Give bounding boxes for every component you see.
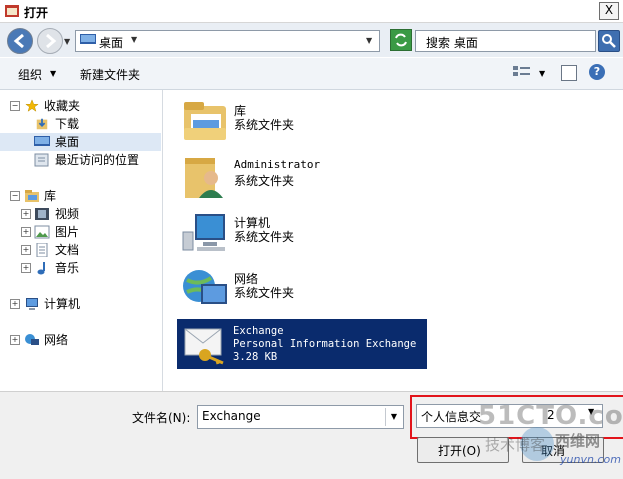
network-icon [183,270,227,304]
help-button[interactable]: ? [589,64,605,80]
file-type: 系统文件夹 [234,230,295,244]
desktop-icon [80,34,96,44]
selected-file-name: Exchange [233,325,284,337]
desktop-label: 桌面 [55,135,80,149]
file-type: 系统文件夹 [234,174,295,188]
file-type: 系统文件夹 [234,118,295,132]
tree-item-documents[interactable]: + 文档 [0,241,160,259]
star-icon [25,99,39,112]
recent-places-icon [34,153,49,167]
filename-field[interactable]: Exchange ▼ [197,405,404,429]
documents-icon [36,243,48,257]
open-button-label: 打开(O) [438,444,481,458]
library-icon [25,190,39,202]
window-title: 打开 [24,6,49,20]
close-button[interactable]: X [599,2,619,20]
selected-file-description: Personal Information Exchange [233,338,417,350]
tree-item-computer[interactable]: + 计算机 [0,295,160,313]
file-item-computer[interactable]: 计算机 系统文件夹 [179,208,429,260]
libraries-label: 库 [44,189,57,203]
pictures-icon [34,225,50,239]
network-icon [25,334,39,345]
selected-file-size: 3.28 KB [233,351,278,363]
file-type: 系统文件夹 [234,286,295,300]
refresh-button[interactable] [390,29,412,51]
watermark-site-name: 西维网 [555,432,601,450]
organize-button[interactable]: 组织 [18,66,42,83]
tree-item-music[interactable]: + 音乐 [0,259,160,277]
file-item-libraries[interactable]: 库 系统文件夹 [179,96,429,148]
preview-pane-button[interactable] [561,65,577,81]
chevron-down-icon[interactable]: ▼ [50,69,56,78]
file-item-exchange-selected[interactable]: Exchange Personal Information Exchange 3… [177,319,427,369]
collapse-icon[interactable]: − [10,191,20,201]
expand-icon[interactable]: + [10,299,20,309]
view-dropdown-icon[interactable]: ▼ [539,69,545,78]
recent-pages-dropdown[interactable]: ▼ [64,37,70,46]
tree-item-videos[interactable]: + 视频 [0,205,160,223]
favorites-label: 收藏夹 [44,99,81,113]
tree-item-recent[interactable]: 最近访问的位置 [0,151,160,169]
documents-label: 文档 [55,243,80,257]
back-button[interactable] [7,28,33,54]
watermark-subtext: 技术博客 [485,436,546,454]
command-toolbar: 组织 ▼ 新建文件夹 ▼ ? [0,58,623,90]
tree-item-libraries[interactable]: − 库 [0,187,160,205]
filename-value: Exchange [202,409,261,423]
new-folder-button[interactable]: 新建文件夹 [80,66,140,83]
open-dialog-icon [5,5,19,17]
address-dropdown[interactable]: ▼ [366,36,372,45]
filename-dropdown-button[interactable]: ▼ [385,408,402,426]
video-icon [35,208,49,220]
search-button[interactable] [598,30,620,52]
computer-icon [182,214,225,251]
navigation-pane: − 收藏夹 下载 桌面 最近访问的位置 − 库 + 视频 + 图片 + 文档 +… [0,90,163,391]
downloads-label: 下载 [55,117,80,131]
file-item-administrator[interactable]: Administrator 系统文件夹 [179,152,429,204]
library-icon [184,102,226,140]
network-label: 网络 [44,333,69,347]
expand-icon[interactable]: + [21,263,31,273]
certificate-icon [184,328,224,365]
watermark-url: yunvn.com [560,453,621,466]
pictures-label: 图片 [55,225,80,239]
refresh-icon [395,33,407,47]
music-icon [37,262,45,275]
file-name: Administrator [234,158,321,171]
search-icon [602,34,616,48]
tree-item-pictures[interactable]: + 图片 [0,223,160,241]
music-label: 音乐 [55,261,80,275]
collapse-icon[interactable]: − [10,101,20,111]
computer-label: 计算机 [44,297,81,311]
forward-button[interactable] [37,28,63,54]
address-bar: ▼ 桌面 ▼ ▼ 搜索 桌面 [0,23,623,57]
search-placeholder: 搜索 桌面 [426,36,478,50]
arrow-left-icon [13,33,24,49]
file-item-network[interactable]: 网络 系统文件夹 [179,264,429,316]
desktop-icon [34,136,50,146]
title-bar: 打开 X [0,0,623,23]
address-location: 桌面 [99,36,124,50]
downloads-icon [36,118,48,130]
arrow-right-icon [46,33,57,49]
tree-item-favorites[interactable]: − 收藏夹 [0,97,160,115]
videos-label: 视频 [55,207,80,221]
expand-icon[interactable]: + [21,227,31,237]
watermark-text: 51CTO.com [478,401,623,431]
address-box[interactable]: 桌面 ▼ ▼ [75,30,380,52]
tree-item-network[interactable]: + 网络 [0,331,160,349]
tree-item-downloads[interactable]: 下载 [0,115,160,133]
view-options-icon[interactable] [512,65,532,81]
breadcrumb-arrow-icon[interactable]: ▼ [131,35,137,44]
expand-icon[interactable]: + [21,245,31,255]
search-input[interactable]: 搜索 桌面 [415,30,596,52]
file-list: 库 系统文件夹 Administrator 系统文件夹 计算机 系统文件夹 网络… [163,90,623,391]
expand-icon[interactable]: + [10,335,20,345]
computer-icon [26,298,38,310]
recent-label: 最近访问的位置 [55,153,140,167]
expand-icon[interactable]: + [21,209,31,219]
tree-item-desktop[interactable]: 桌面 [0,133,161,151]
filename-label: 文件名(N): [132,411,191,425]
user-folder-icon [185,158,223,198]
